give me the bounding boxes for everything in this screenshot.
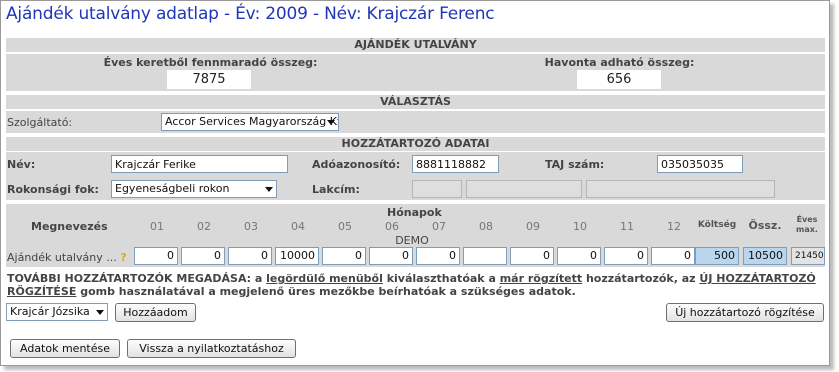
name-column-header: Megnevezés xyxy=(31,220,108,233)
info-text-part1: TOVÁBBI HOZZÁTARTOZÓK MEGADÁSA: a xyxy=(7,272,267,285)
month-header-11: 11 xyxy=(620,220,634,233)
tax-id-input[interactable]: 8881118882 xyxy=(412,155,499,173)
info-link-record: RÖGZÍTÉSE xyxy=(7,285,77,298)
taj-label: TAJ szám: xyxy=(545,158,605,171)
yearly-remaining-label: Éves keretből fennmaradó összeg: xyxy=(103,56,318,69)
info-text-part3: hozzátartozók, az xyxy=(582,272,700,285)
section-header-choice: VÁLASZTÁS xyxy=(6,95,825,109)
relation-label: Rokonsági fok: xyxy=(7,183,99,196)
month-input-02[interactable]: 0 xyxy=(181,247,225,265)
month-input-03[interactable]: 0 xyxy=(228,247,272,265)
relative-picker-select[interactable]: Krajcár Józsika xyxy=(6,303,108,321)
info-link-new-relative: ÚJ HOZZÁTARTOZÓ xyxy=(699,272,816,285)
month-header-12: 12 xyxy=(667,220,681,233)
sum-header: Össz. xyxy=(748,219,782,232)
month-header-06: 06 xyxy=(385,220,399,233)
info-text: TOVÁBBI HOZZÁTARTOZÓK MEGADÁSA: a legörd… xyxy=(7,272,825,298)
info-text-part2: kiválaszthatóak a xyxy=(382,272,500,285)
row-label: Ajándék utalvány ... ? xyxy=(7,251,127,264)
month-header-01: 01 xyxy=(150,220,164,233)
page-title: Ajándék utalvány adatlap - Év: 2009 - Né… xyxy=(6,4,495,24)
month-input-07[interactable]: 0 xyxy=(416,247,460,265)
name-input[interactable]: Krajczár Ferike xyxy=(111,155,288,173)
month-header-05: 05 xyxy=(338,220,352,233)
address-city-input[interactable] xyxy=(466,180,582,198)
info-link-dropdown: legördülő menüből xyxy=(266,272,383,285)
month-input-08[interactable] xyxy=(463,247,507,265)
address-zip-input[interactable] xyxy=(412,180,462,198)
address-label: Lakcím: xyxy=(312,183,360,196)
cost-value: 500 xyxy=(695,247,739,265)
window: Ajándék utalvány adatlap - Év: 2009 - Né… xyxy=(0,0,830,366)
relation-select-value: Egyeneságbeli rokon xyxy=(115,182,230,195)
info-text-part4: gomb használatával a megjelenő üres mező… xyxy=(76,285,576,298)
taj-input[interactable]: 035035035 xyxy=(657,155,743,173)
monthly-amount-value: 656 xyxy=(577,70,661,89)
month-input-05[interactable]: 0 xyxy=(322,247,366,265)
month-header-07: 07 xyxy=(432,220,446,233)
month-header-04: 04 xyxy=(291,220,305,233)
section-header-relative: HOZZÁTARTOZÓ ADATAI xyxy=(6,137,825,151)
relation-select[interactable]: Egyeneságbeli rokon xyxy=(111,180,277,198)
row-label-text: Ajándék utalvány ... xyxy=(7,251,117,264)
address-street-input[interactable] xyxy=(586,180,775,198)
new-relative-button[interactable]: Új hozzátartozó rögzítése xyxy=(666,303,824,322)
relative-picker-value: Krajcár Józsika xyxy=(10,305,90,318)
provider-select-value: Accor Services Magyarország Kft. xyxy=(165,115,339,128)
month-header-03: 03 xyxy=(244,220,258,233)
sum-value: 10500 xyxy=(743,247,787,265)
month-input-09[interactable]: 0 xyxy=(510,247,554,265)
yearly-max-header-line2: max. xyxy=(796,225,818,234)
info-link-recorded: már rögzített xyxy=(499,272,583,285)
cost-header: Költség xyxy=(697,220,737,230)
demo-watermark: DEMO xyxy=(395,234,429,247)
choice-panel xyxy=(6,111,825,133)
back-button[interactable]: Vissza a nyilatkoztatáshoz xyxy=(127,339,296,358)
provider-select[interactable]: Accor Services Magyarország Kft. xyxy=(161,113,339,131)
month-input-10[interactable]: 0 xyxy=(557,247,601,265)
monthly-amount-label: Havonta adható összeg: xyxy=(544,56,695,69)
add-button[interactable]: Hozzáadom xyxy=(115,303,196,322)
yearly-max-header: Éves max. xyxy=(789,215,825,235)
chevron-down-icon xyxy=(327,120,335,125)
month-input-04[interactable]: 10000 xyxy=(275,247,319,265)
month-input-11[interactable]: 0 xyxy=(604,247,648,265)
yearly-max-header-line1: Éves xyxy=(796,215,818,224)
month-input-06[interactable]: 0 xyxy=(369,247,413,265)
chevron-down-icon xyxy=(265,187,273,192)
save-button[interactable]: Adatok mentése xyxy=(10,339,120,358)
month-header-02: 02 xyxy=(197,220,211,233)
month-header-10: 10 xyxy=(573,220,587,233)
chevron-down-icon xyxy=(96,310,104,315)
name-label: Név: xyxy=(7,158,36,171)
help-icon[interactable]: ? xyxy=(120,251,126,264)
yearly-remaining-value: 7875 xyxy=(167,70,251,89)
provider-label: Szolgáltató: xyxy=(7,116,73,129)
tax-id-label: Adóazonosító: xyxy=(312,158,401,171)
months-header: Hónapok xyxy=(387,206,442,219)
yearly-max-value: 21450 xyxy=(791,247,825,265)
month-input-12[interactable]: 0 xyxy=(651,247,695,265)
month-input-01[interactable]: 0 xyxy=(134,247,178,265)
section-header-voucher: AJÁNDÉK UTALVÁNY xyxy=(6,38,825,52)
month-header-08: 08 xyxy=(479,220,493,233)
month-header-09: 09 xyxy=(526,220,540,233)
